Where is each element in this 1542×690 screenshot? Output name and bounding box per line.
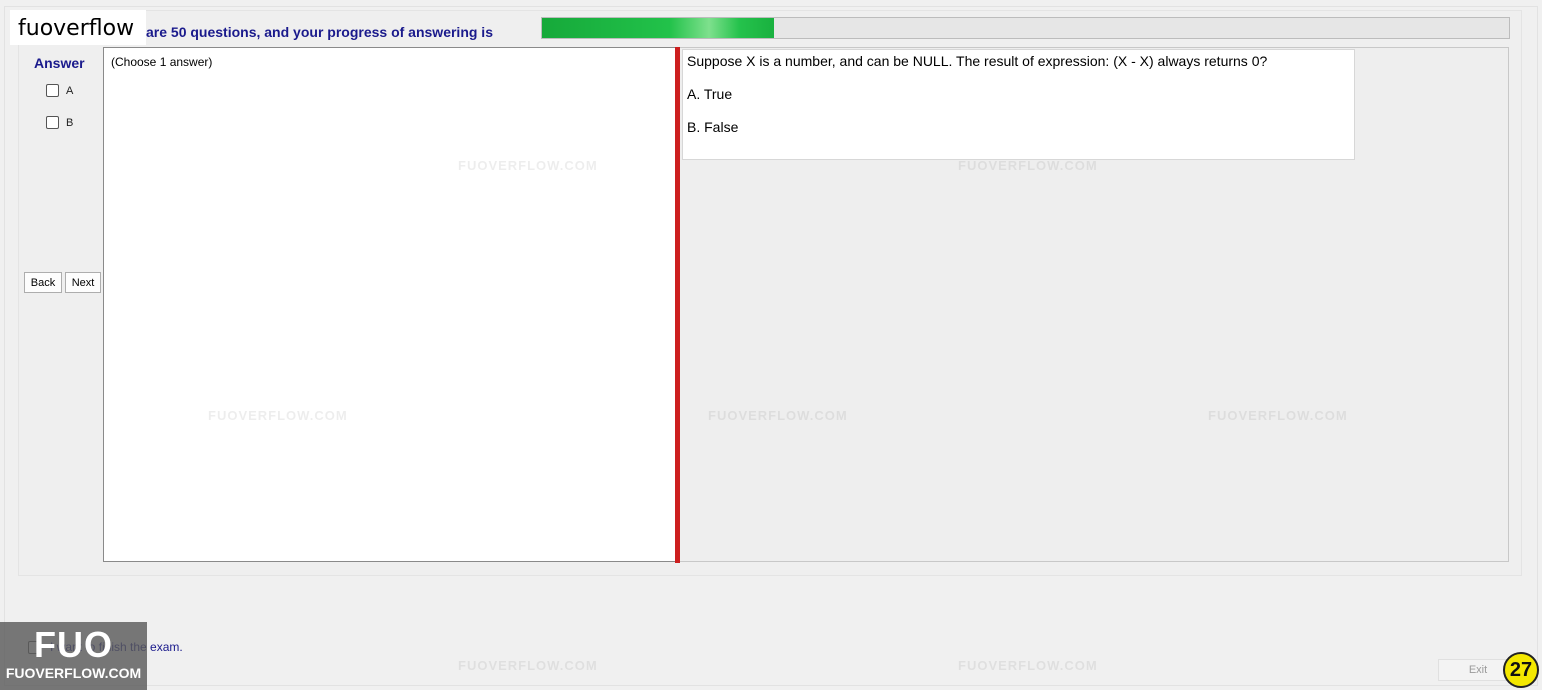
answer-option-a-label: A — [66, 84, 74, 97]
watermark-text: FUOVERFLOW.COM — [208, 408, 348, 423]
checkbox-b[interactable] — [46, 116, 59, 129]
progress-label: are 50 questions, and your progress of a… — [146, 24, 493, 40]
question-text: Suppose X is a number, and can be NULL. … — [687, 53, 1268, 69]
watermark-label: fuoverflow — [10, 10, 147, 45]
choose-instruction: (Choose 1 answer) — [111, 55, 213, 69]
fuo-logo: FUO FUOVERFLOW.COM — [0, 622, 147, 690]
answer-heading: Answer — [34, 55, 85, 71]
watermark-text: FUOVERFLOW.COM — [958, 658, 1098, 673]
fuo-logo-mark: FUO — [34, 624, 113, 665]
next-button[interactable]: Next — [65, 272, 101, 293]
progress-fill — [542, 18, 775, 38]
watermark-text: FUOVERFLOW.COM — [458, 658, 598, 673]
question-option-a: A. True — [687, 86, 733, 102]
answer-option-b[interactable]: B — [46, 116, 73, 129]
watermark-text: FUOVERFLOW.COM — [458, 158, 598, 173]
fuo-logo-text: FUOVERFLOW.COM — [5, 665, 142, 681]
answer-option-b-label: B — [66, 116, 74, 129]
answer-pane: (Choose 1 answer) — [103, 47, 676, 562]
page-number-badge: 27 — [1503, 652, 1539, 688]
watermark-text: FUOVERFLOW.COM — [708, 408, 848, 423]
question-box: Suppose X is a number, and can be NULL. … — [682, 49, 1355, 160]
answer-option-a[interactable]: A — [46, 84, 73, 97]
question-option-b: B. False — [687, 119, 739, 135]
progress-bar — [541, 17, 1510, 39]
checkbox-a[interactable] — [46, 84, 59, 97]
watermark-text: FUOVERFLOW.COM — [958, 158, 1098, 173]
watermark-text: FUOVERFLOW.COM — [1208, 408, 1348, 423]
back-button[interactable]: Back — [24, 272, 62, 293]
